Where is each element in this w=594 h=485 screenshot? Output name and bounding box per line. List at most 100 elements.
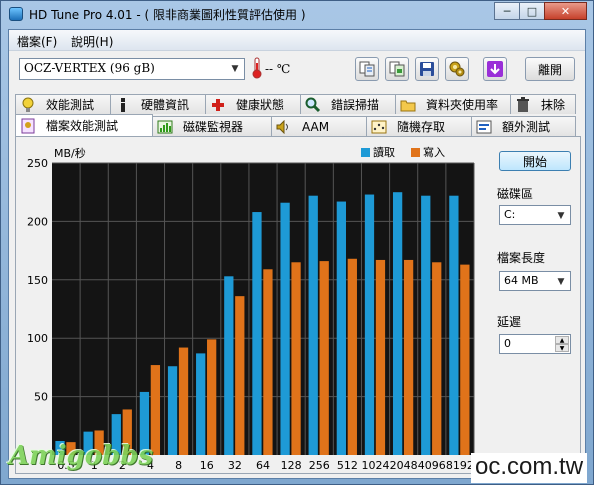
tab-erase[interactable]: 抹除	[510, 94, 576, 114]
y-axis-ticks: 50 100 150 200 250	[27, 157, 48, 404]
extra-tests-icon	[476, 119, 492, 135]
health-icon	[210, 97, 226, 113]
menu-file[interactable]: 檔案(F)	[17, 33, 57, 50]
folder-usage-icon	[400, 97, 416, 113]
chevron-down-icon: ▼	[557, 211, 565, 221]
y-tick-label: 150	[27, 274, 48, 287]
tab-error-scan[interactable]: 錯誤掃描	[300, 94, 396, 114]
tab-random-access[interactable]: 隨機存取	[366, 116, 472, 136]
client-area: 檔案(F) 說明(H) OCZ-VERTEX (96 gB) ▼ -- ℃ 離開…	[8, 29, 586, 479]
bar-read	[449, 195, 459, 456]
copy-screenshot-button[interactable]	[385, 57, 409, 81]
legend-write-swatch	[411, 148, 420, 157]
file-benchmark-icon	[20, 118, 36, 134]
toolbar: OCZ-VERTEX (96 gB) ▼ -- ℃ 離開	[9, 51, 585, 87]
title-bar[interactable]: HD Tune Pro 4.01 - ( 限非商業圖利性質評估使用 ) ─ □ …	[1, 1, 593, 29]
drive-letter-value: C:	[504, 208, 516, 221]
tab-label: 磁碟監視器	[183, 120, 244, 134]
bar-read	[308, 195, 318, 456]
save-icon	[420, 62, 434, 76]
file-length-select[interactable]: 64 MB ▼	[499, 271, 571, 291]
menu-bar: 檔案(F) 說明(H)	[9, 30, 585, 51]
bar-write	[178, 347, 189, 455]
tab-label: 資料夾使用率	[426, 98, 499, 112]
tab-label: 額外測試	[502, 120, 551, 134]
delay-value: 0	[504, 337, 511, 350]
file-length-value: 64 MB	[504, 274, 539, 287]
spinner-buttons: ▲ ▼	[555, 336, 569, 352]
start-button[interactable]: 開始	[499, 151, 571, 171]
x-tick-label: 8192	[446, 459, 474, 472]
random-access-icon	[371, 119, 387, 135]
info-icon	[115, 97, 131, 113]
bar-write	[403, 259, 414, 455]
download-button[interactable]	[483, 57, 507, 81]
bar-read	[252, 212, 262, 455]
tab-folder-usage[interactable]: 資料夾使用率	[395, 94, 511, 114]
caption-buttons: ─ □ ✕	[494, 2, 587, 21]
tab-aam[interactable]: AAM	[271, 116, 367, 136]
bar-read	[336, 201, 346, 455]
app-window: HD Tune Pro 4.01 - ( 限非商業圖利性質評估使用 ) ─ □ …	[0, 0, 594, 485]
close-button[interactable]: ✕	[544, 2, 587, 20]
bar-read	[224, 276, 234, 455]
bar-read	[364, 194, 375, 455]
bar-write	[347, 258, 357, 455]
disk-monitor-icon	[157, 119, 173, 135]
maximize-button[interactable]: □	[519, 2, 545, 20]
delay-spinner[interactable]: 0 ▲ ▼	[499, 334, 571, 354]
bar-write	[460, 264, 470, 455]
bar-read	[280, 202, 290, 455]
drive-select[interactable]: OCZ-VERTEX (96 gB) ▼	[19, 58, 245, 80]
exit-button[interactable]: 離開	[525, 57, 575, 81]
tab-file-benchmark[interactable]: 檔案效能測試	[15, 114, 153, 136]
x-tick-label: 64	[256, 459, 270, 472]
bar-read	[196, 353, 206, 455]
x-tick-label: 32	[228, 459, 242, 472]
tab-extra-tests[interactable]: 額外測試	[471, 116, 576, 136]
window-title: HD Tune Pro 4.01 - ( 限非商業圖利性質評估使用 )	[29, 8, 306, 22]
legend-read-label: 讀取	[373, 145, 395, 159]
tab-label: AAM	[302, 119, 330, 134]
transfer-rate-chart: 50100150200250 0.5 1 2 4 8 16 32 64 128 256 512 102…	[27, 145, 475, 472]
file-length-label: 檔案長度	[497, 251, 546, 265]
tab-label: 抹除	[541, 98, 566, 112]
options-button[interactable]	[445, 57, 469, 81]
tab-label: 錯誤掃描	[331, 98, 380, 112]
minimize-button[interactable]: ─	[494, 2, 520, 20]
file-benchmark-panel: 50 100 150 200 250 0.5 1 2 4 8 16 32 64 128 256 512 102…	[15, 136, 581, 474]
copy-text-button[interactable]	[355, 57, 379, 81]
x-tick-label: 1024	[362, 459, 390, 472]
drive-select-value: OCZ-VERTEX (96 gB)	[24, 61, 155, 75]
tab-label: 健康狀態	[236, 98, 285, 112]
bar-read	[167, 366, 178, 455]
bar-write	[375, 259, 386, 455]
x-tick-label: 128	[281, 459, 302, 472]
bar-write	[207, 339, 217, 455]
hdtune-app-icon	[9, 7, 23, 21]
y-tick-label: 100	[27, 332, 48, 345]
bar-write	[235, 296, 245, 455]
error-scan-icon	[305, 97, 321, 113]
copy-screen-icon	[389, 61, 405, 77]
tab-label: 效能測試	[46, 98, 95, 112]
watermark-logo: Amigobbs	[9, 441, 154, 471]
x-tick-label: 8	[175, 459, 182, 472]
spin-down-icon[interactable]: ▼	[555, 344, 569, 352]
tab-benchmark[interactable]: 效能測試	[15, 94, 111, 114]
delay-label: 延遲	[497, 315, 522, 329]
tab-info[interactable]: 硬體資訊	[110, 94, 206, 114]
x-tick-label: 512	[337, 459, 358, 472]
legend-read-swatch	[361, 148, 370, 157]
bar-write	[432, 262, 442, 455]
drive-letter-select[interactable]: C: ▼	[499, 205, 571, 225]
menu-help[interactable]: 說明(H)	[71, 33, 113, 50]
tab-health[interactable]: 健康狀態	[205, 94, 301, 114]
save-button[interactable]	[415, 57, 439, 81]
x-tick-label: 2048	[390, 459, 418, 472]
tab-disk-monitor[interactable]: 磁碟監視器	[152, 116, 272, 136]
erase-icon	[515, 96, 531, 113]
spin-up-icon[interactable]: ▲	[555, 336, 569, 344]
y-tick-label: 200	[27, 215, 48, 228]
download-icon	[487, 61, 503, 77]
